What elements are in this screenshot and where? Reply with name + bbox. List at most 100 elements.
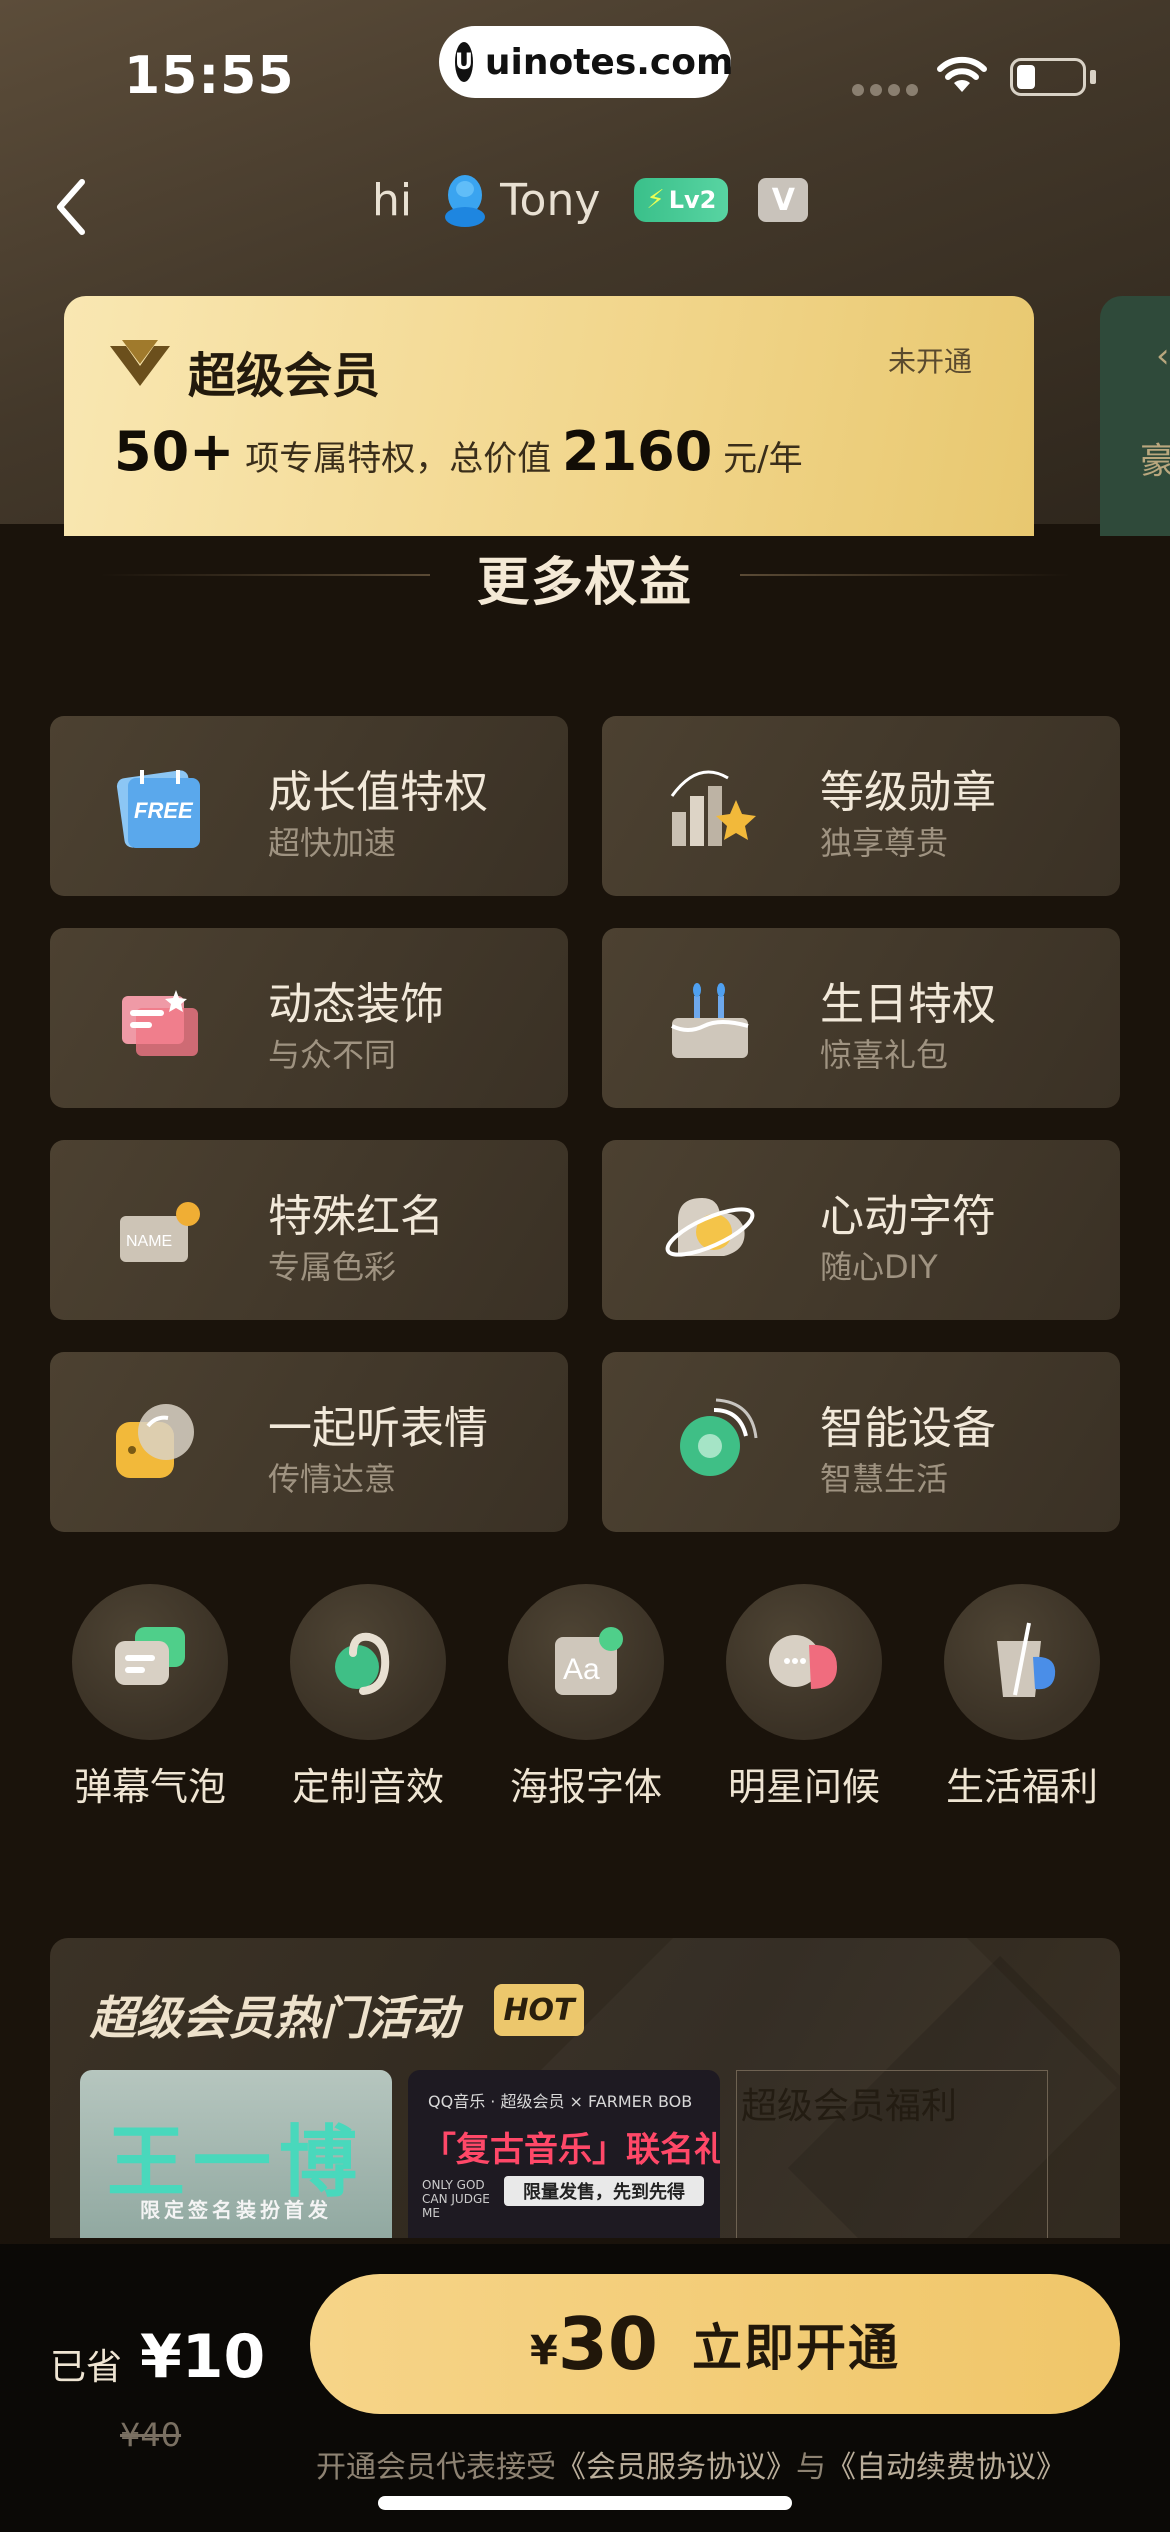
quick-item[interactable]: Aa 海报字体	[488, 1584, 684, 1811]
tile-brand: QQ音乐 · 超级会员 × FARMER BOB	[428, 2092, 693, 2111]
svip-title: 超级会员	[188, 348, 381, 404]
original-price: ¥40	[120, 2416, 182, 2454]
next-vip-card[interactable]: ‹ 豪	[1100, 296, 1170, 536]
hot-title: 超级会员热门活动	[90, 1991, 458, 2045]
quick-item-label: 弹幕气泡	[73, 1765, 226, 1809]
qq-penguin-icon	[445, 175, 486, 227]
value-unit: 元/年	[712, 439, 803, 479]
battery-cap	[1090, 70, 1096, 84]
svg-text:NAME: NAME	[126, 1233, 172, 1250]
tile-tagline: ONLY GOD CAN JUDGE ME	[422, 2178, 490, 2220]
planet-heart-icon	[665, 1198, 755, 1257]
privilege-card[interactable]: 智能设备 智慧生活	[602, 1352, 1120, 1532]
cup-icon	[997, 1622, 1056, 1697]
quick-item[interactable]: 定制音效	[270, 1584, 466, 1811]
section-title: 更多权益	[476, 553, 693, 613]
tile-chip: 限量发售，先到先得	[504, 2176, 704, 2206]
agreement-prefix: 开通会员代表接受	[316, 2450, 556, 2485]
smart-device-icon	[680, 1398, 758, 1476]
back-chevron-icon[interactable]	[48, 172, 98, 242]
font-aa-icon: Aa	[555, 1627, 623, 1695]
svip-crown-icon	[110, 340, 170, 386]
privilege-card[interactable]: 等级勋章 独享尊贵	[602, 716, 1120, 896]
purchase-bar: 已省 ¥10 ¥40 ¥ 30 立即开通 开通会员代表接受《会员服务协议》与《自…	[0, 2244, 1170, 2532]
privilege-subtitle: 独享尊贵	[820, 824, 949, 862]
level-text: Lv2	[668, 186, 717, 214]
cta-label: 立即开通	[692, 2319, 901, 2377]
privilege-title: 等级勋章	[820, 767, 996, 818]
privilege-title: 一起听表情	[268, 1403, 488, 1454]
home-indicator[interactable]	[378, 2496, 792, 2510]
url-pill[interactable]: U uinotes.com	[439, 26, 734, 98]
uinotes-logo-icon: U	[455, 42, 473, 82]
star-greeting-icon	[769, 1635, 837, 1689]
quick-item[interactable]: 生活福利	[924, 1584, 1120, 1811]
service-agreement-link[interactable]: 《会员服务协议》	[556, 2450, 796, 2485]
level-badge: ⚡ Lv2	[634, 178, 729, 222]
level-medal-icon	[670, 770, 756, 846]
tile-alt-text: 超级会员福利	[741, 2086, 958, 2127]
greeting-text: hi	[372, 174, 413, 226]
section-header: 更多权益	[100, 540, 1070, 613]
emoji-listen-icon	[116, 1404, 194, 1478]
ear-sound-icon	[335, 1632, 390, 1695]
lightning-icon: ⚡	[646, 185, 665, 215]
vip-badge: V	[758, 178, 809, 222]
divider-right	[740, 574, 1070, 576]
quick-item[interactable]: 弹幕气泡	[52, 1584, 248, 1811]
privilege-card[interactable]: NAME 特殊红名 专属色彩	[50, 1140, 568, 1320]
quick-item-label: 生活福利	[945, 1765, 1098, 1809]
tile-caption: 限定签名装扮首发	[140, 2198, 332, 2222]
privilege-subtitle: 随心DIY	[820, 1248, 938, 1286]
privilege-title: 特殊红名	[268, 1191, 444, 1242]
saved-label: 已省	[50, 2347, 123, 2388]
privilege-title: 智能设备	[820, 1403, 996, 1454]
privilege-title: 生日特权	[820, 979, 996, 1030]
hot-activities-panel: 超级会员热门活动 HOT 王一博 限定签名装扮首发 QQ音乐 · 超级会员 × …	[50, 1938, 1120, 2238]
desc-middle: 项专属特权，总价值	[234, 439, 563, 479]
quick-item-label: 定制音效	[291, 1765, 444, 1809]
privilege-title: 心动字符	[820, 1191, 996, 1242]
agreement-mid: 与	[796, 2450, 826, 2485]
privilege-card[interactable]: FREE 成长值特权 超快加速	[50, 716, 568, 896]
hot-badge: HOT	[494, 1984, 584, 2036]
privilege-card[interactable]: 心动字符 随心DIY	[602, 1140, 1120, 1320]
svg-text:Aa: Aa	[563, 1653, 600, 1686]
privilege-card[interactable]: 生日特权 惊喜礼包	[602, 928, 1120, 1108]
privilege-title: 成长值特权	[268, 767, 488, 818]
username: Tony	[500, 174, 601, 226]
agreement-text: 开通会员代表接受《会员服务协议》与《自动续费协议》	[316, 2442, 1066, 2486]
svip-card[interactable]: 超级会员 未开通 50+ 项专属特权，总价值 2160 元/年	[64, 296, 1034, 536]
free-calendar-icon: FREE	[116, 770, 200, 848]
activity-tile-wangyibo[interactable]: 王一博 限定签名装扮首发	[80, 2070, 392, 2238]
auto-renew-agreement-link[interactable]: 《自动续费协议》	[826, 2450, 1066, 2485]
svip-description: 50+ 项专属特权，总价值 2160 元/年	[114, 420, 803, 483]
next-card-label: 豪	[1140, 441, 1170, 482]
svip-status: 未开通	[887, 345, 972, 378]
cellular-signal-icon	[852, 84, 918, 96]
activity-tile-retro-music[interactable]: QQ音乐 · 超级会员 × FARMER BOB 「复古音乐」联名礼盒 ONLY…	[408, 2070, 720, 2238]
privilege-subtitle: 超快加速	[268, 824, 397, 862]
cta-currency: ¥	[529, 2328, 558, 2374]
dynamic-card-icon	[122, 990, 198, 1056]
tile-headline: 「复古音乐」联名礼盒	[422, 2130, 720, 2170]
svg-text:FREE: FREE	[134, 798, 194, 823]
wifi-icon	[937, 56, 987, 92]
quick-benefits: 弹幕气泡 定制音效 Aa 海报字体 明星问候 生活福利	[0, 1584, 1170, 1814]
open-now-button[interactable]: ¥ 30 立即开通	[310, 2274, 1120, 2414]
privilege-card[interactable]: 一起听表情 传情达意	[50, 1352, 568, 1532]
privilege-count: 50+	[114, 420, 235, 483]
privilege-subtitle: 与众不同	[268, 1036, 397, 1074]
privilege-subtitle: 智慧生活	[820, 1460, 949, 1498]
saved-amount: ¥10	[140, 2322, 266, 2392]
privilege-title: 动态装饰	[268, 979, 444, 1030]
url-text: uinotes.com	[484, 41, 734, 83]
name-tag-icon: NAME	[120, 1202, 200, 1262]
user-greeting[interactable]: hi Tony ⚡ Lv2 V	[372, 168, 809, 232]
privilege-subtitle: 惊喜礼包	[820, 1036, 949, 1074]
chevron-icon: ‹	[1156, 336, 1170, 376]
activity-tile-welfare[interactable]: 超级会员福利	[736, 2070, 1048, 2238]
privilege-card[interactable]: 动态装饰 与众不同	[50, 928, 568, 1108]
quick-item[interactable]: 明星问候	[706, 1584, 902, 1811]
privilege-subtitle: 传情达意	[268, 1460, 397, 1498]
